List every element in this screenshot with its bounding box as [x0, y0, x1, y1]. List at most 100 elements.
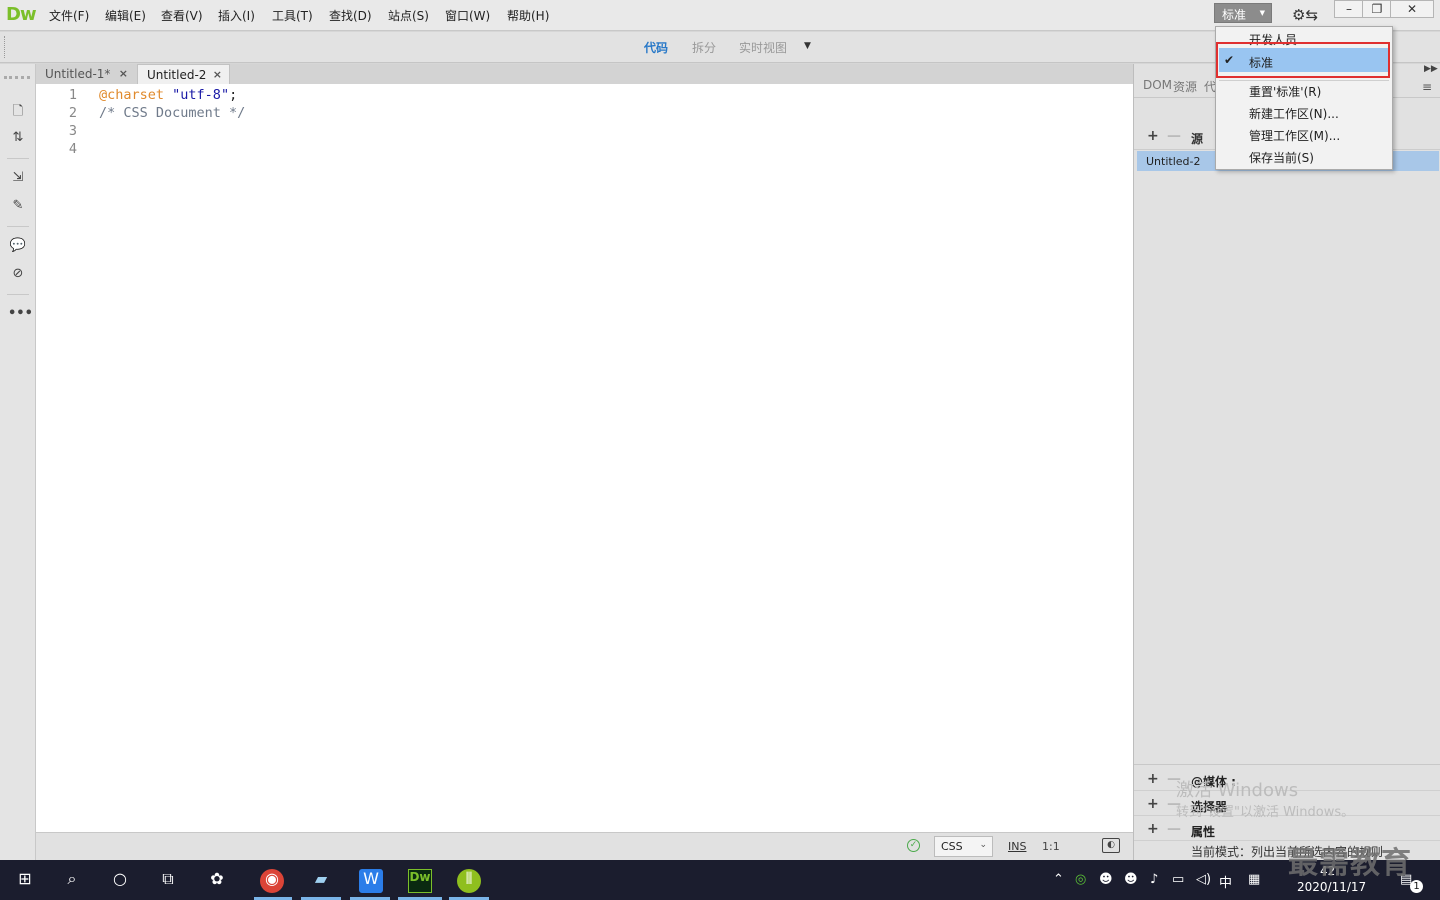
- tab-untitled-2[interactable]: Untitled-2 ×: [137, 64, 230, 84]
- apply-comment-icon[interactable]: 💬: [8, 238, 28, 256]
- workspace-switcher[interactable]: 标准 ▼: [1214, 3, 1272, 23]
- dreamweaver-taskbar-icon[interactable]: Dw: [408, 869, 432, 893]
- collapse-panel-icon[interactable]: ▶▶: [1424, 64, 1438, 74]
- activate-windows-watermark: 激活 Windows: [1176, 780, 1299, 801]
- ime-indicator[interactable]: 中: [1219, 872, 1232, 891]
- panel-menu-icon[interactable]: ≡: [1422, 80, 1432, 94]
- close-icon[interactable]: ×: [119, 67, 128, 80]
- menu-item-reset-workspace[interactable]: 重置'标准'(R): [1249, 83, 1321, 100]
- remove-icon[interactable]: —: [1167, 821, 1181, 837]
- language-select-value: CSS: [941, 840, 963, 853]
- menu-tools[interactable]: 工具(T): [272, 7, 313, 24]
- menu-find[interactable]: 查找(D): [329, 7, 372, 24]
- tab-untitled-1[interactable]: Untitled-1* ×: [36, 64, 135, 84]
- real-time-preview-icon[interactable]: ◐: [1102, 838, 1120, 853]
- menu-help[interactable]: 帮助(H): [507, 7, 549, 24]
- windows-taskbar: ⊞ ⌕ ○ ⧉ ✿ ◉ ▰ W Dw ⦀ ⌃ ◎ ☻ ☻ ♪ ▭ ◁) 中 ▦ …: [0, 860, 1440, 900]
- tab-assets[interactable]: 资源: [1173, 78, 1197, 95]
- workspace-menu: 开发人员 ✔ 标准 重置'标准'(R) 新建工作区(N)... 管理工作区(M)…: [1215, 26, 1393, 170]
- remove-source-icon[interactable]: —: [1167, 128, 1181, 144]
- punctuation-token: ;: [229, 87, 238, 103]
- close-window-button[interactable]: ✕: [1390, 0, 1434, 18]
- cursor-position[interactable]: 1:1: [1042, 840, 1060, 853]
- menu-divider: [1219, 80, 1389, 81]
- activate-windows-hint: 转到"设置"以激活 Windows。: [1176, 805, 1355, 820]
- menu-item-save-current[interactable]: 保存当前(S): [1249, 149, 1314, 166]
- add-source-icon[interactable]: +: [1147, 128, 1159, 144]
- toolbar-divider: [7, 294, 29, 295]
- menu-item-manage-workspaces[interactable]: 管理工作区(M)...: [1249, 127, 1340, 144]
- green-app-icon[interactable]: ⦀: [457, 869, 481, 893]
- qq-icon[interactable]: ☻: [1099, 872, 1113, 887]
- menu-view[interactable]: 查看(V): [161, 7, 203, 24]
- line-number: 3: [68, 123, 77, 139]
- status-bar: ✓ CSS ⌄ INS 1:1 ◐: [36, 832, 1133, 860]
- document-tabs: Untitled-1* × Untitled-2 ×: [36, 64, 1133, 84]
- code-line[interactable]: /* CSS Document */: [99, 105, 245, 121]
- close-icon[interactable]: ×: [213, 68, 222, 81]
- windows-start-icon[interactable]: ⊞: [13, 869, 37, 893]
- menu-item-new-workspace[interactable]: 新建工作区(N)...: [1249, 105, 1339, 122]
- dreamweaver-logo: Dw: [6, 4, 37, 25]
- chrome-icon[interactable]: ◉: [260, 869, 284, 893]
- tab-label: Untitled-1*: [45, 67, 111, 81]
- chevron-down-icon: ▼: [1259, 9, 1265, 17]
- task-view-icon[interactable]: ⧉: [156, 869, 180, 893]
- search-icon[interactable]: ⌕: [60, 869, 84, 893]
- at-rule-token: @charset: [99, 87, 165, 103]
- cortana-icon[interactable]: ○: [108, 869, 132, 893]
- tab-dom[interactable]: DOM: [1143, 78, 1172, 92]
- comment-token: /* CSS Document */: [99, 105, 246, 121]
- restore-button[interactable]: ❐: [1362, 0, 1392, 18]
- menu-insert[interactable]: 插入(I): [218, 7, 255, 24]
- live-view-button[interactable]: 实时视图: [739, 39, 787, 56]
- toolbar-divider: [7, 158, 29, 159]
- check-circle-icon: ✓: [907, 839, 920, 852]
- toolbar-grip[interactable]: [4, 76, 30, 79]
- wechat-icon[interactable]: ◎: [1075, 872, 1086, 887]
- workspace-switcher-label: 标准: [1222, 8, 1247, 22]
- notification-bell-icon[interactable]: ♪: [1150, 872, 1158, 887]
- menu-site[interactable]: 站点(S): [388, 7, 429, 24]
- sources-label: 源: [1191, 132, 1204, 146]
- format-source-icon[interactable]: ✎: [8, 198, 28, 216]
- volume-icon[interactable]: ◁): [1196, 872, 1211, 887]
- split-view-button[interactable]: 拆分: [692, 39, 716, 56]
- menu-file[interactable]: 文件(F): [49, 7, 89, 24]
- toolbar-divider: [7, 226, 29, 227]
- tab-label: Untitled-2: [147, 68, 207, 82]
- code-view-button[interactable]: 代码: [644, 39, 668, 56]
- toolbar-grip[interactable]: [4, 36, 7, 58]
- add-icon[interactable]: +: [1147, 821, 1159, 837]
- qq-icon-2[interactable]: ☻: [1124, 872, 1138, 887]
- add-icon[interactable]: +: [1147, 771, 1159, 787]
- menu-window[interactable]: 窗口(W): [445, 7, 490, 24]
- code-line[interactable]: @charset "utf-8";: [99, 87, 237, 103]
- keyboard-grid-icon[interactable]: ▦: [1248, 872, 1260, 887]
- sync-settings-icon[interactable]: ⚙⇆: [1292, 6, 1318, 24]
- wps-app-icon[interactable]: W: [359, 869, 383, 893]
- properties-label: 属性: [1191, 825, 1216, 839]
- chevron-up-icon[interactable]: ⌃: [1053, 872, 1064, 887]
- file-management-icon[interactable]: ⇅: [8, 130, 28, 148]
- common-toolbar: 🗋 ⇅ ⇲ ✎ 💬 ⊘ •••: [0, 64, 36, 860]
- code-editor[interactable]: 1 @charset "utf-8"; 2 /* CSS Document */…: [36, 84, 1133, 832]
- menu-edit[interactable]: 编辑(E): [105, 7, 146, 24]
- insert-mode-toggle[interactable]: INS: [1008, 840, 1026, 853]
- pinwheel-app-icon[interactable]: ✿: [205, 869, 229, 893]
- language-select[interactable]: CSS ⌄: [934, 836, 993, 857]
- open-document-icon[interactable]: 🗋: [8, 102, 28, 120]
- notepad-app-icon[interactable]: ▰: [309, 869, 333, 893]
- network-icon[interactable]: ▭: [1172, 872, 1184, 887]
- expand-collapse-icon[interactable]: ⇲: [8, 170, 28, 188]
- add-icon[interactable]: +: [1147, 796, 1159, 812]
- more-options-icon[interactable]: •••: [8, 306, 33, 324]
- string-token: "utf-8": [172, 87, 230, 103]
- line-number: 4: [68, 141, 77, 157]
- clock-date[interactable]: 2020/11/17: [1297, 880, 1366, 894]
- minimize-button[interactable]: –: [1334, 0, 1364, 18]
- chevron-down-icon[interactable]: ▼: [804, 41, 811, 51]
- brand-watermark: 最需教育: [1288, 846, 1412, 881]
- remove-comment-icon[interactable]: ⊘: [8, 266, 28, 284]
- css-designer-panel: DOM 资源 代 ≡ + — 源 Untitled-2 + — @媒体 : + …: [1133, 64, 1440, 860]
